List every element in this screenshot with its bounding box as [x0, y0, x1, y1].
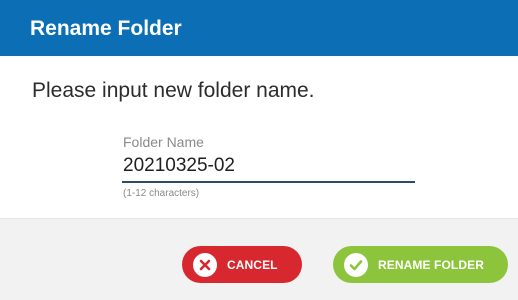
dialog-prompt: Please input new folder name.: [32, 79, 315, 102]
folder-name-label: Folder Name: [123, 134, 204, 150]
dialog-title: Rename Folder: [30, 17, 182, 40]
rename-folder-button-label: RENAME FOLDER: [378, 257, 484, 272]
check-icon: [344, 252, 368, 277]
cancel-button-label: CANCEL: [227, 257, 278, 272]
folder-name-hint: (1-12 characters): [123, 188, 200, 199]
folder-name-input[interactable]: [122, 153, 415, 183]
rename-folder-dialog: Rename Folder Please input new folder na…: [0, 0, 518, 300]
rename-folder-button[interactable]: RENAME FOLDER: [333, 246, 508, 283]
dialog-title-bar: Rename Folder: [0, 0, 518, 56]
close-icon: [193, 252, 217, 277]
cancel-button[interactable]: CANCEL: [182, 246, 302, 283]
